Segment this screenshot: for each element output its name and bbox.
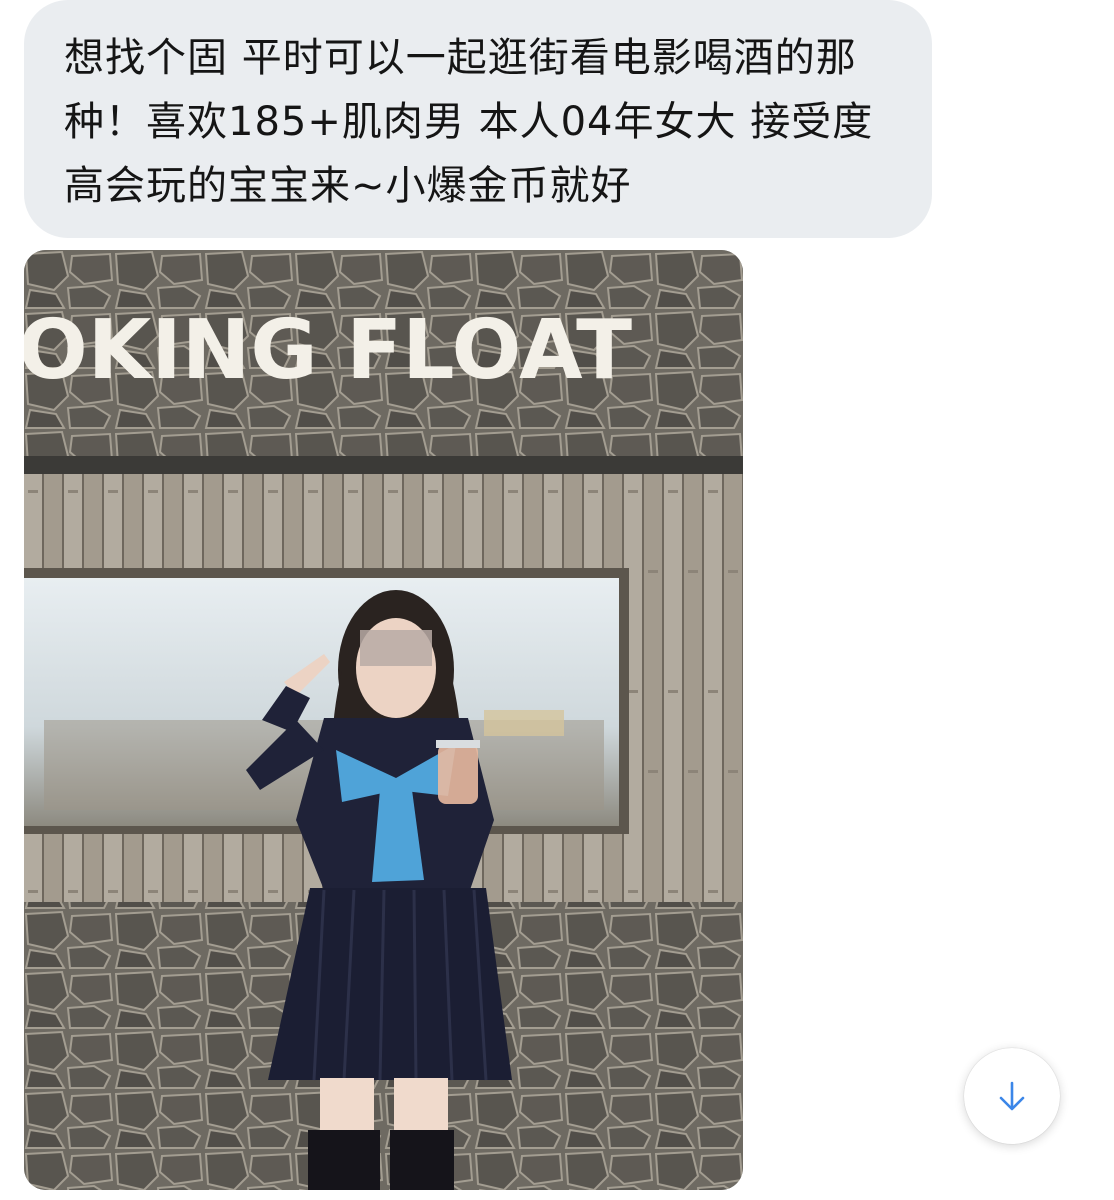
message-text: 想找个固 平时可以一起逛街看电影喝酒的那种！喜欢185+肌肉男 本人04年女大 … — [64, 35, 874, 209]
photo-illustration: OKING FLOAT — [24, 250, 743, 1190]
message-bubble[interactable]: 想找个固 平时可以一起逛街看电影喝酒的那种！喜欢185+肌肉男 本人04年女大 … — [24, 0, 932, 238]
attached-photo[interactable]: OKING FLOAT — [24, 250, 743, 1190]
sign-text: OKING FLOAT — [24, 303, 632, 398]
chat-view: 想找个固 平时可以一起逛街看电影喝酒的那种！喜欢185+肌肉男 本人04年女大 … — [0, 0, 1114, 1200]
scroll-to-bottom-button[interactable] — [964, 1048, 1060, 1144]
arrow-down-icon — [999, 1081, 1025, 1111]
